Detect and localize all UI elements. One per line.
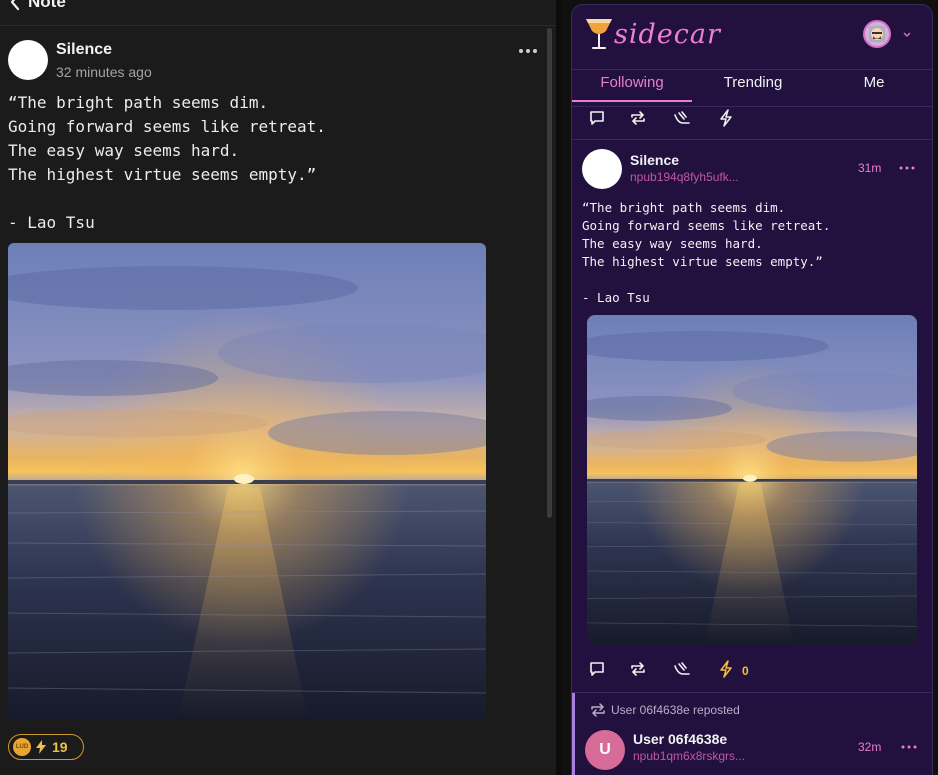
- sidecar-logo: sidecar: [614, 19, 721, 50]
- post-time: 31m: [858, 161, 882, 175]
- sunset-photo[interactable]: [587, 315, 917, 645]
- author-name[interactable]: Silence: [56, 41, 112, 59]
- avatar[interactable]: [8, 40, 48, 80]
- tab-trending[interactable]: Trending: [692, 70, 814, 104]
- post-time: 32 minutes ago: [56, 64, 152, 80]
- tab-bar: Following Trending Me: [572, 69, 932, 107]
- author-npub[interactable]: npub194q8fyh5ufk...: [630, 170, 739, 184]
- scrollbar[interactable]: [547, 28, 552, 518]
- lud-badge: LUD: [13, 738, 31, 756]
- author-name[interactable]: Silence: [630, 152, 679, 168]
- repost-icon: [591, 703, 605, 717]
- active-tab-indicator: [572, 100, 692, 102]
- user-face-icon: [869, 26, 885, 42]
- account-avatar[interactable]: [863, 20, 891, 48]
- chevron-down-icon[interactable]: [902, 31, 912, 39]
- feed-post: Silence npub194q8fyh5ufk... 31m “The bri…: [572, 139, 932, 693]
- repost-icon[interactable]: [629, 109, 647, 127]
- sidecar-panel: sidecar Following Trending Me Silence np…: [562, 0, 938, 775]
- like-icon[interactable]: [673, 109, 691, 127]
- more-options-icon[interactable]: [900, 742, 918, 752]
- author-npub[interactable]: npub1qm6x8rskgrs...: [633, 749, 745, 763]
- page-title: Note: [28, 0, 66, 11]
- zap-button[interactable]: LUD 19: [8, 734, 84, 760]
- previous-post-actions: [572, 106, 932, 140]
- like-icon[interactable]: [673, 660, 691, 678]
- cocktail-glass-icon: [586, 19, 612, 49]
- repost-label: User 06f4638e reposted: [611, 703, 740, 717]
- post-text: “The bright path seems dim. Going forwar…: [582, 200, 831, 305]
- author-name[interactable]: User 06f4638e: [633, 731, 727, 747]
- note-text: “The bright path seems dim. Going forwar…: [8, 93, 326, 232]
- more-options-icon[interactable]: [516, 44, 540, 58]
- post-actions: 0: [572, 657, 932, 681]
- reply-icon[interactable]: [588, 660, 606, 678]
- zap-count: 19: [52, 739, 68, 755]
- zap-icon[interactable]: [717, 660, 735, 678]
- sunset-photo[interactable]: [8, 243, 486, 720]
- avatar[interactable]: U: [585, 730, 625, 770]
- lightning-icon: [36, 740, 46, 754]
- zap-icon[interactable]: [717, 109, 735, 127]
- tab-following[interactable]: Following: [572, 70, 692, 104]
- sidecar-window: sidecar Following Trending Me Silence np…: [571, 4, 933, 775]
- repost-card: User 06f4638e reposted U User 06f4638e n…: [572, 693, 932, 775]
- note-header: Note: [0, 0, 556, 26]
- post-time: 32m: [858, 740, 882, 754]
- repost-icon[interactable]: [629, 660, 647, 678]
- tab-me[interactable]: Me: [814, 70, 932, 104]
- reply-icon[interactable]: [588, 109, 606, 127]
- back-chevron-icon[interactable]: [8, 0, 22, 12]
- note-panel: Note Silence 32 minutes ago “The bright …: [0, 0, 556, 775]
- more-options-icon[interactable]: [898, 163, 916, 173]
- zap-count: 0: [742, 664, 749, 678]
- avatar[interactable]: [582, 149, 622, 189]
